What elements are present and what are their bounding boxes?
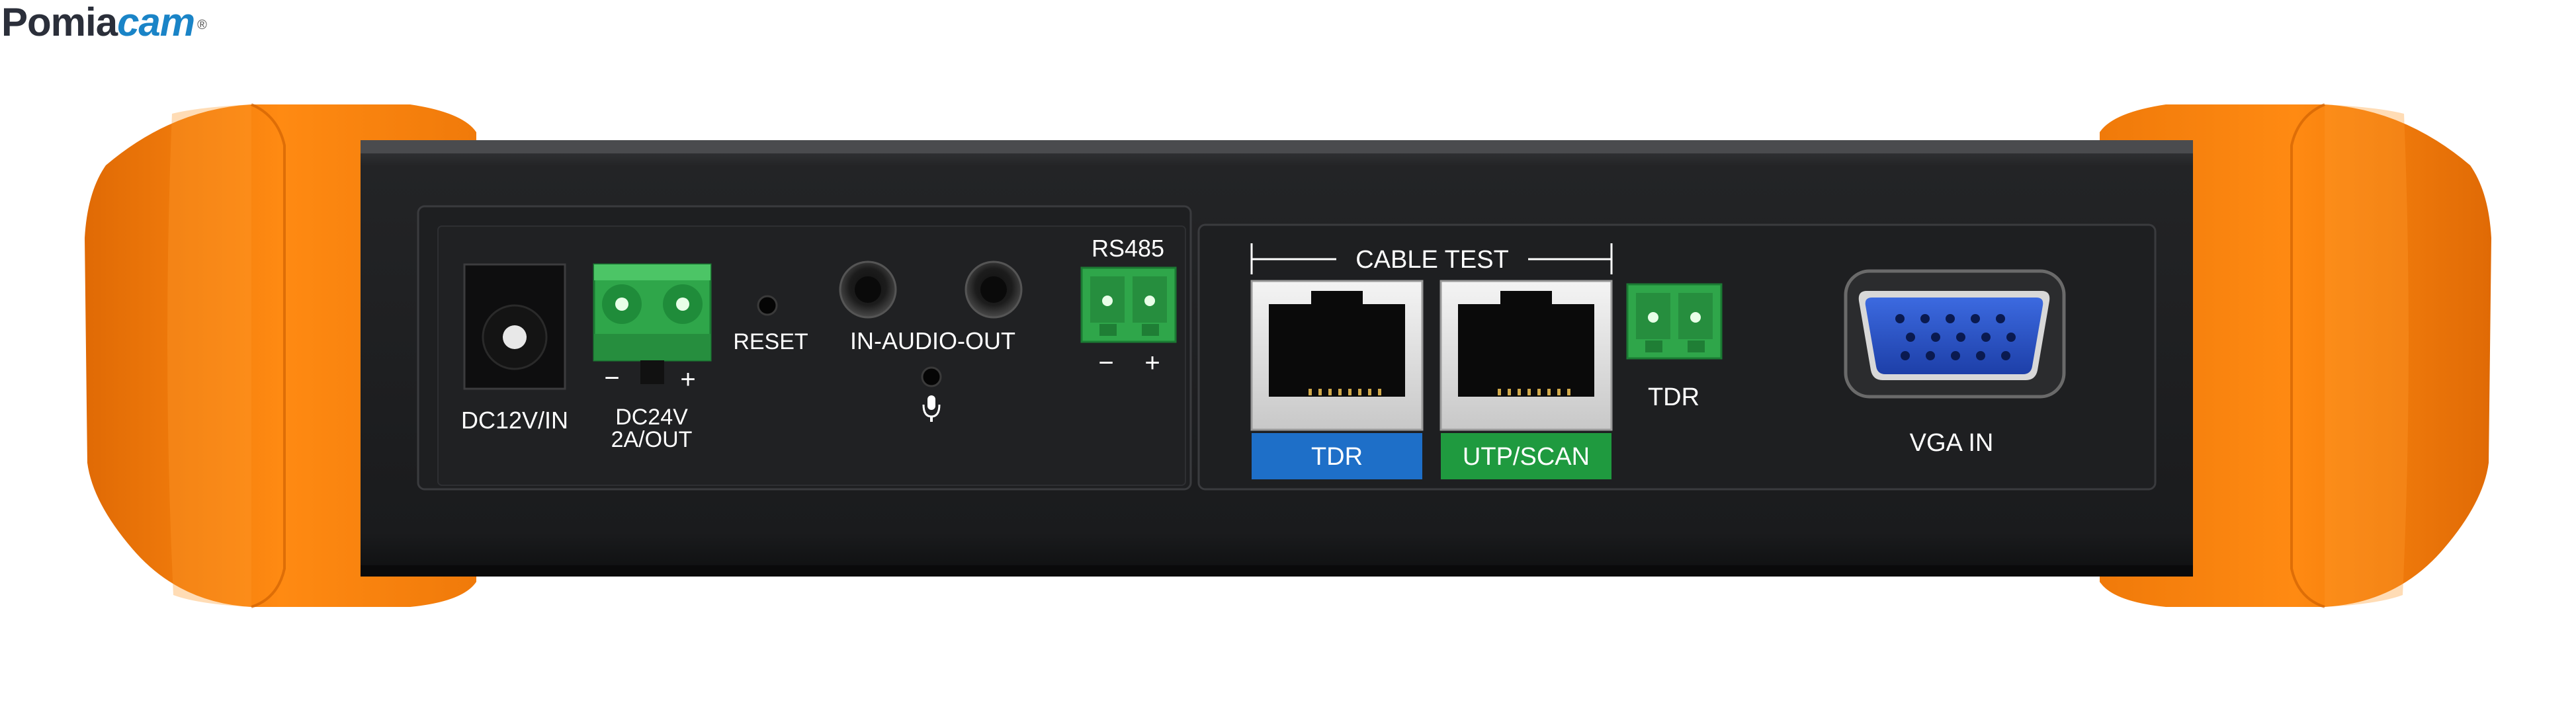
vga-port-icon[interactable] [1844,269,2066,399]
dc-out-plus: + [680,365,695,394]
vga-label: VGA IN [1910,429,1994,457]
device-rear-panel: DC12V/IN − + DC24V 2A/OUT RESET IN-AUDIO… [85,103,2491,608]
audio-out-jack-icon[interactable] [965,260,1023,319]
audio-label: IN-AUDIO-OUT [850,327,1015,354]
audio-in-jack-icon[interactable] [839,260,897,319]
rs485-minus: − [1098,348,1113,378]
tdr-terminal-label: TDR [1648,383,1699,411]
rs485-terminal-block-icon[interactable] [1080,266,1177,343]
cable-test-label: CABLE TEST [1355,246,1509,274]
tdr-rj45-port-icon[interactable] [1250,280,1424,431]
reset-hole-icon[interactable] [757,295,778,316]
tdr-port-label: TDR [1311,443,1363,471]
tdr-terminal-block-icon[interactable] [1626,283,1723,360]
reset-label: RESET [733,329,808,354]
mic-hole-icon [921,366,942,387]
dc-out-label-line1: DC24V [615,405,688,430]
utp-scan-rj45-port-icon[interactable] [1439,280,1613,431]
dc-in-label: DC12V/IN [461,407,568,434]
utp-port-label: UTP/SCAN [1463,443,1590,471]
dc-out-minus: − [604,364,619,393]
rs485-plus: + [1144,348,1160,378]
rs485-label: RS485 [1092,235,1164,262]
dc-out-label-line2: 2A/OUT [611,427,693,452]
dc-jack-icon[interactable] [463,263,566,390]
